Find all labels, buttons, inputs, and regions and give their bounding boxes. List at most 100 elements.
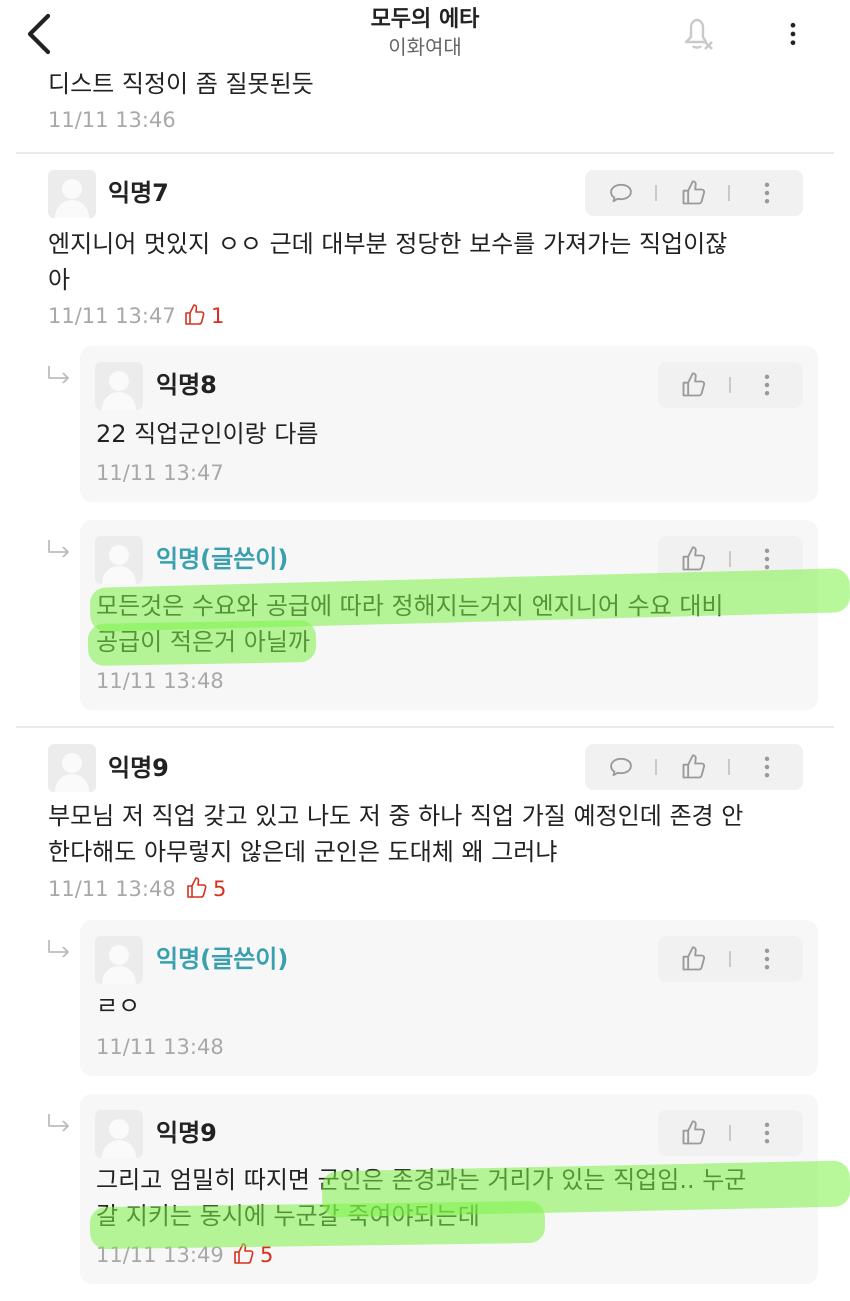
separator xyxy=(729,377,731,393)
comment-author: 익명9 xyxy=(108,754,169,782)
like-button[interactable] xyxy=(680,371,708,399)
thumbs-up-icon xyxy=(680,179,708,207)
like-button[interactable] xyxy=(680,1119,708,1147)
comment-time: 11/11 13:47 xyxy=(48,304,176,328)
avatar xyxy=(48,170,96,218)
more-vertical-icon xyxy=(753,1119,781,1147)
separator xyxy=(655,185,657,201)
like-count-value: 1 xyxy=(211,304,225,328)
thumbs-up-icon xyxy=(232,1242,256,1266)
thumbs-up-icon xyxy=(680,1119,708,1147)
divider xyxy=(16,152,834,154)
comment-more-button[interactable] xyxy=(753,179,781,207)
comment-time: 11/11 13:48 xyxy=(96,1035,224,1059)
comment-actions xyxy=(658,1110,803,1156)
comment-body-line: 갈 지키는 동시에 누군갈 죽여야되는데 xyxy=(96,1202,480,1230)
comment-actions xyxy=(658,362,803,408)
app-header: 모두의 에타 이화여대 xyxy=(0,0,850,64)
separator xyxy=(729,551,731,567)
reply-card: 익명8 22 직업군인이랑 다름 11/11 13:47 xyxy=(80,346,818,502)
comment-body: 22 직업군인이랑 다름 xyxy=(96,420,319,448)
reply-card: 익명9 그리고 엄밀히 따지면 군인은 존경과는 거리가 있는 직업임.. 누군… xyxy=(80,1094,818,1284)
comment-more-button[interactable] xyxy=(753,753,781,781)
thumbs-up-icon xyxy=(680,945,708,973)
divider xyxy=(16,726,834,728)
comment-author: 익명9 xyxy=(156,1119,217,1147)
like-button[interactable] xyxy=(680,945,708,973)
comment-body: 부모님 저 직업 갖고 있고 나도 저 중 하나 직업 가질 예정인데 존경 안… xyxy=(48,798,743,870)
school-name: 이화여대 xyxy=(388,35,462,59)
like-button[interactable] xyxy=(680,179,708,207)
reply-arrow-icon xyxy=(46,538,72,562)
reply-arrow-icon xyxy=(46,938,72,962)
comment-time: 11/11 13:48 xyxy=(96,669,224,693)
comment-actions xyxy=(658,536,803,582)
separator xyxy=(655,759,657,775)
reply-button[interactable] xyxy=(607,753,635,781)
separator xyxy=(729,951,731,967)
reply-card: 익명(글쓴이) ㄹㅇ 11/11 13:48 xyxy=(80,920,818,1076)
comment-time: 11/11 13:48 xyxy=(48,877,176,901)
like-count: 5 xyxy=(185,876,226,902)
like-count: 5 xyxy=(232,1242,273,1268)
notification-off-button[interactable] xyxy=(676,12,718,54)
more-vertical-icon xyxy=(753,371,781,399)
previous-comment-time: 11/11 13:46 xyxy=(48,108,176,132)
reply-button[interactable] xyxy=(607,179,635,207)
separator xyxy=(729,1125,731,1141)
avatar xyxy=(95,1110,143,1158)
comment-author: 익명8 xyxy=(156,371,217,399)
comment-body-line: 엔지니어 멋있지 ㅇㅇ 근데 대부분 정당한 보수를 가져가는 직업이잖 xyxy=(48,230,728,258)
comment-body-line: 부모님 저 직업 갖고 있고 나도 저 중 하나 직업 가질 예정인데 존경 안 xyxy=(48,802,744,830)
more-vertical-icon xyxy=(753,545,781,573)
comment-more-button[interactable] xyxy=(753,1119,781,1147)
thumbs-up-icon xyxy=(185,876,209,900)
comment-actions xyxy=(585,744,803,790)
separator xyxy=(728,759,730,775)
avatar xyxy=(48,744,96,792)
comment-bubble-icon xyxy=(607,753,635,781)
thumbs-up-icon xyxy=(183,303,207,327)
like-count-value: 5 xyxy=(213,877,227,901)
like-button[interactable] xyxy=(680,753,708,781)
like-count-value: 5 xyxy=(260,1243,274,1267)
comment-body-line: 그리고 엄밀히 따지면 군인은 존경과는 거리가 있는 직업임.. 누군 xyxy=(96,1166,747,1194)
reply-card: 익명(글쓴이) 모든것은 수요와 공급에 따라 정해지는거지 엔지니어 수요 대… xyxy=(80,520,818,710)
comment-author-op: 익명(글쓴이) xyxy=(156,945,289,973)
more-vertical-icon xyxy=(778,14,808,54)
more-vertical-icon xyxy=(753,945,781,973)
header-titles: 모두의 에타 이화여대 xyxy=(0,6,850,60)
comment-body: 모든것은 수요와 공급에 따라 정해지는거지 엔지니어 수요 대비 공급이 적은… xyxy=(96,588,723,660)
thumbs-up-icon xyxy=(680,545,708,573)
comment-body-line: 모든것은 수요와 공급에 따라 정해지는거지 엔지니어 수요 대비 xyxy=(96,592,724,620)
comment-author: 익명7 xyxy=(108,179,169,207)
comment-more-button[interactable] xyxy=(753,371,781,399)
avatar xyxy=(95,536,143,584)
more-options-button[interactable] xyxy=(778,14,808,54)
comment-body: 엔지니어 멋있지 ㅇㅇ 근데 대부분 정당한 보수를 가져가는 직업이잖 아 xyxy=(48,226,727,298)
like-count: 1 xyxy=(183,303,224,329)
comment-actions xyxy=(658,936,803,982)
comment-more-button[interactable] xyxy=(753,945,781,973)
comment-more-button[interactable] xyxy=(753,545,781,573)
comment-author-op: 익명(글쓴이) xyxy=(156,545,289,573)
comment-actions xyxy=(585,170,803,216)
reply-arrow-icon xyxy=(46,364,72,388)
comment-time: 11/11 13:47 xyxy=(96,461,224,485)
comment-body: 그리고 엄밀히 따지면 군인은 존경과는 거리가 있는 직업임.. 누군 갈 지… xyxy=(96,1162,746,1234)
comment-body-line: 공급이 적은거 아닐까 xyxy=(96,628,310,656)
avatar xyxy=(95,362,143,410)
comment-body-line: 한다해도 아무렇지 않은데 군인은 도대체 왜 그러냐 xyxy=(48,838,558,866)
comment-body: ㄹㅇ xyxy=(96,992,141,1020)
thumbs-up-icon xyxy=(680,371,708,399)
more-vertical-icon xyxy=(753,753,781,781)
avatar xyxy=(95,936,143,984)
like-button[interactable] xyxy=(680,545,708,573)
comment-bubble-icon xyxy=(607,179,635,207)
reply-arrow-icon xyxy=(46,1112,72,1136)
comment-time: 11/11 13:49 xyxy=(96,1243,224,1267)
comment-body-line: 아 xyxy=(48,266,71,294)
bell-off-icon xyxy=(684,18,713,50)
more-vertical-icon xyxy=(753,179,781,207)
thumbs-up-icon xyxy=(680,753,708,781)
